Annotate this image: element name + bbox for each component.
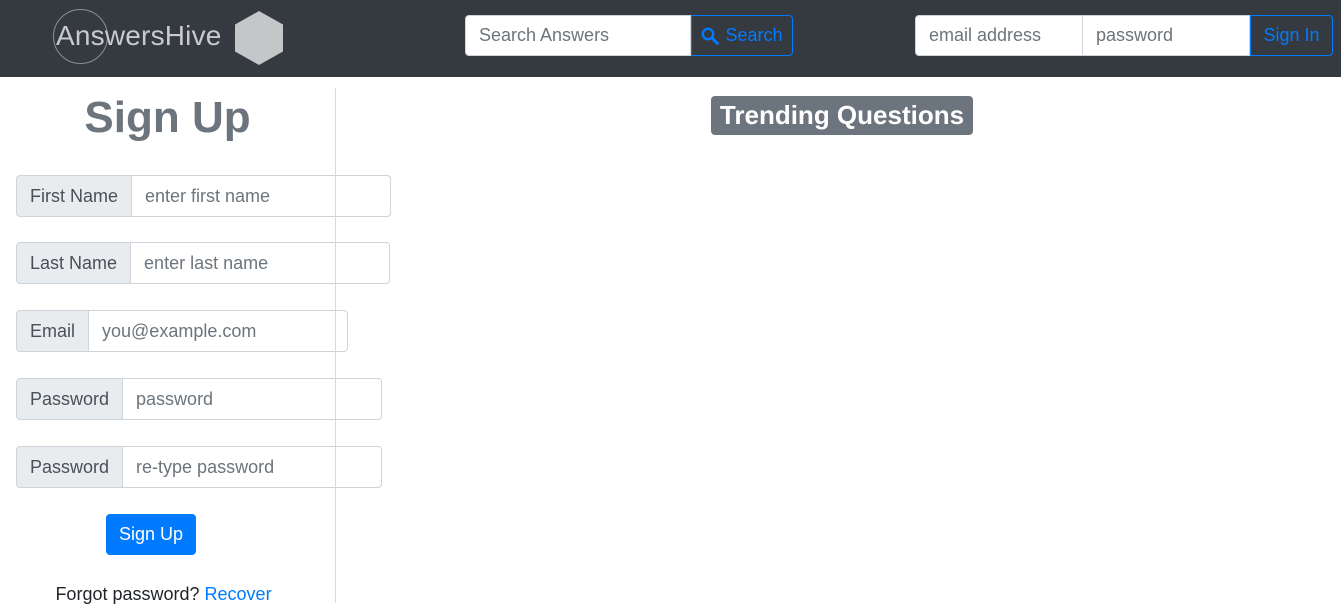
- confirm-password-group: Password: [16, 446, 383, 488]
- logo-text: AnswersHive: [56, 20, 222, 51]
- forgot-password-text: Forgot password?: [55, 584, 200, 604]
- last-name-label: Last Name: [16, 242, 132, 284]
- brand-logo[interactable]: AnswersHive: [53, 9, 293, 67]
- last-name-group: Last Name: [16, 242, 391, 284]
- first-name-group: First Name: [16, 175, 392, 217]
- trending-questions-badge: Trending Questions: [711, 96, 973, 135]
- sign-in-button[interactable]: Sign In: [1250, 15, 1333, 56]
- password-label: Password: [16, 378, 124, 420]
- email-input[interactable]: [89, 310, 349, 352]
- hexagon-icon: [235, 11, 283, 65]
- signup-panel: Sign Up First Name Last Name Email Passw…: [0, 77, 392, 605]
- email-group: Email: [16, 310, 349, 352]
- login-password-input[interactable]: [1082, 15, 1250, 56]
- password-group: Password: [16, 378, 383, 420]
- signup-title: Sign Up: [84, 93, 251, 142]
- search-input[interactable]: [465, 15, 691, 56]
- forgot-password-line: Forgot password? Recover: [0, 584, 327, 605]
- confirm-password-label: Password: [16, 446, 124, 488]
- search-button[interactable]: Search: [691, 15, 793, 56]
- confirm-password-input[interactable]: [123, 446, 383, 488]
- first-name-label: First Name: [16, 175, 133, 217]
- sign-up-button[interactable]: Sign Up: [106, 514, 196, 555]
- search-button-label: Search: [725, 25, 783, 45]
- email-label: Email: [16, 310, 90, 352]
- last-name-input[interactable]: [131, 242, 391, 284]
- recover-link[interactable]: Recover: [205, 584, 272, 604]
- password-input[interactable]: [123, 378, 383, 420]
- top-navbar: AnswersHive Search Sign In: [0, 0, 1341, 77]
- vertical-divider: [335, 88, 336, 603]
- first-name-input[interactable]: [132, 175, 392, 217]
- login-email-input[interactable]: [915, 15, 1083, 56]
- search-icon: [702, 27, 720, 45]
